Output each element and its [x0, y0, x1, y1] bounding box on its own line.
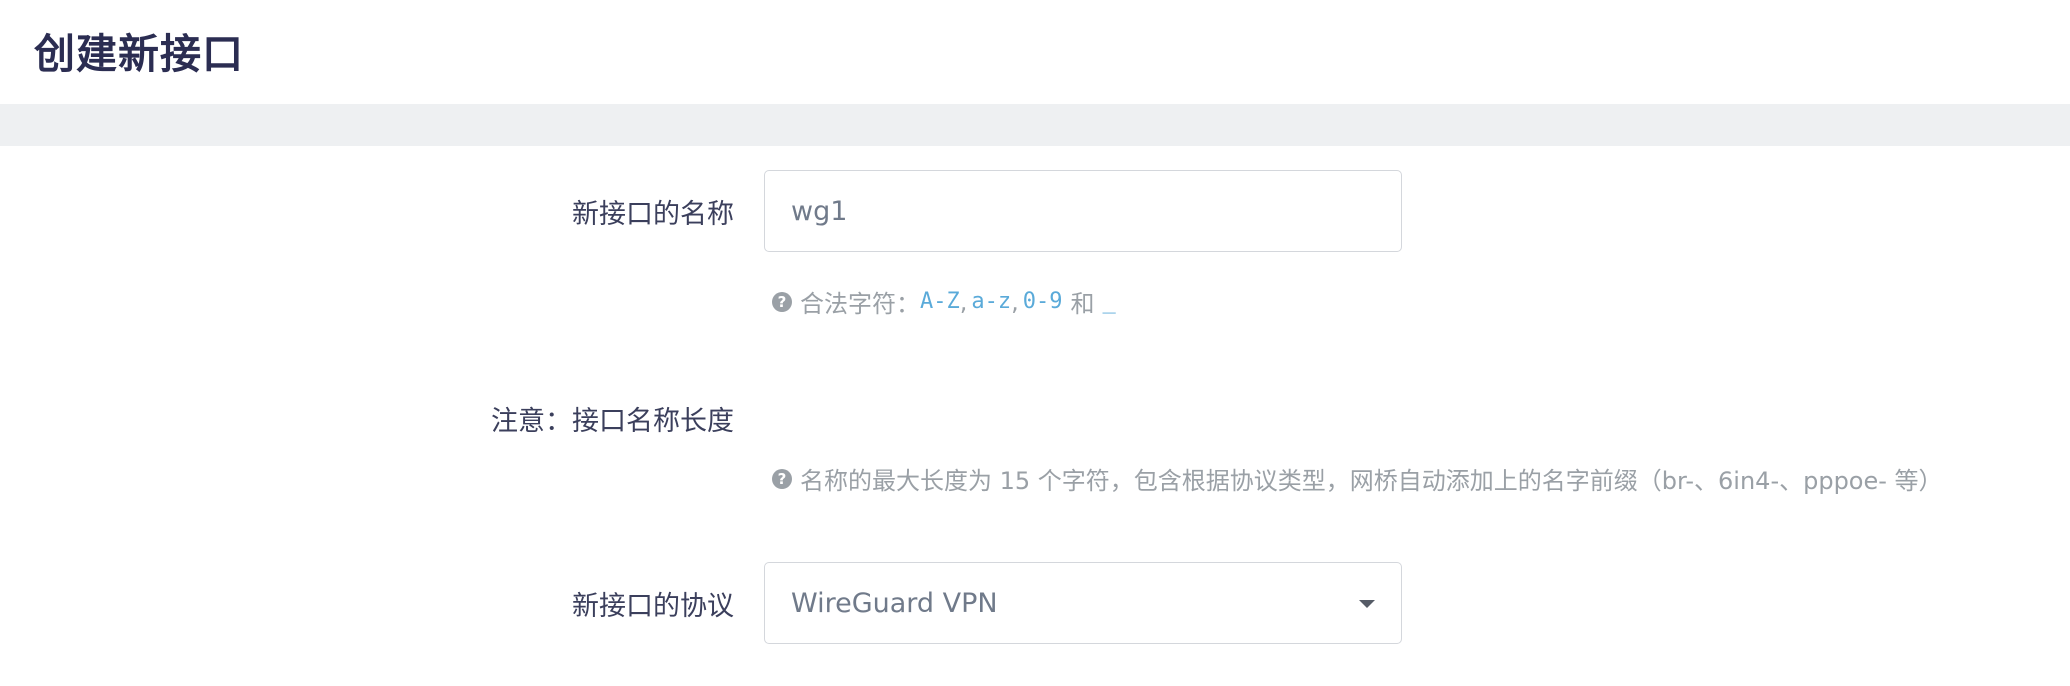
protocol-selected-value[interactable]: WireGuard VPN — [791, 563, 998, 645]
name-length-help-text: 名称的最大长度为 15 个字符，包含根据协议类型，网桥自动添加上的名字前缀（br… — [800, 467, 1943, 495]
interface-name-label: 新接口的名称 — [572, 199, 734, 230]
allowed-chars-digits: 0-9 — [1022, 289, 1063, 314]
question-circle-icon: ? — [772, 468, 792, 489]
page-title: 创建新接口 — [34, 30, 244, 78]
protocol-label: 新接口的协议 — [572, 591, 734, 622]
help-prefix: 合法字符： — [800, 290, 920, 318]
char-separator: , — [1011, 287, 1019, 316]
protocol-select[interactable]: WireGuard VPN — [764, 562, 1402, 644]
name-length-note-label: 注意：接口名称长度 — [491, 406, 734, 437]
char-separator: , — [959, 287, 968, 316]
interface-name-help: ? 合法字符： A-Z , a-z , 0-9 和 _ — [772, 284, 1116, 319]
chevron-down-icon[interactable] — [1359, 600, 1375, 608]
allowed-chars-lowercase: a-z — [971, 289, 1012, 314]
allowed-chars-underscore: _ — [1102, 289, 1116, 314]
page-header: 创建新接口 — [0, 0, 2070, 104]
help-and: 和 — [1070, 290, 1095, 318]
allowed-chars-uppercase: A-Z — [920, 289, 960, 314]
question-circle-icon: ? — [772, 291, 792, 312]
name-length-help: ? 名称的最大长度为 15 个字符，包含根据协议类型，网桥自动添加上的名字前缀（… — [772, 461, 1943, 496]
section-divider — [0, 104, 2070, 146]
interface-name-value[interactable]: wg1 — [791, 171, 847, 253]
interface-name-input[interactable]: wg1 — [764, 170, 1402, 252]
